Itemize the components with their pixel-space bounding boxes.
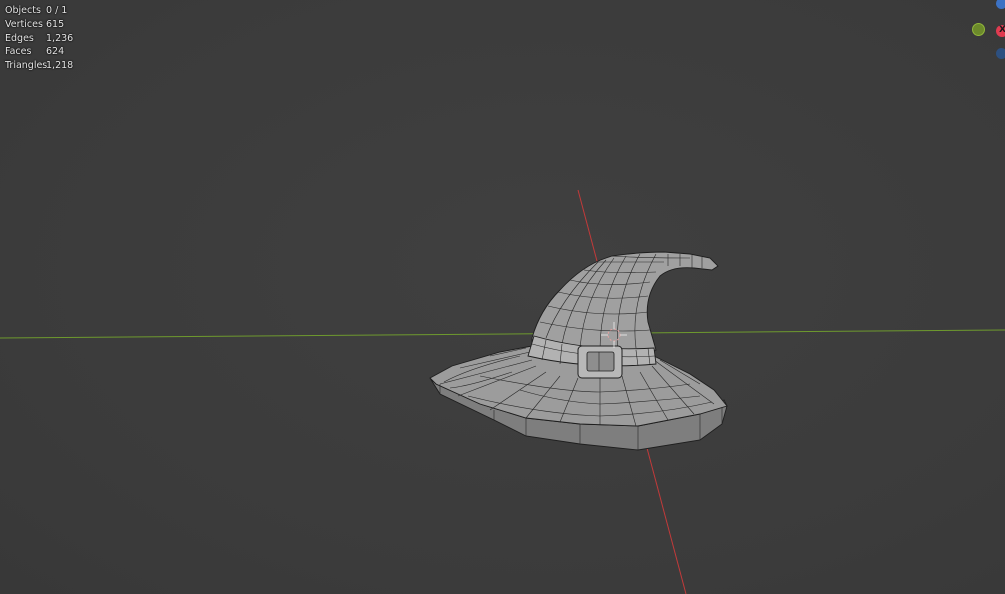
stat-value: 615 — [46, 18, 65, 30]
stat-objects: Objects 0 / 1 — [5, 4, 73, 18]
gizmo-z-negative-handle[interactable] — [996, 48, 1005, 59]
stat-value: 624 — [46, 46, 65, 58]
stat-triangles: Triangles 1,218 — [5, 59, 73, 73]
3d-viewport[interactable]: Objects 0 / 1 Vertices 615 Edges 1,236 F… — [0, 0, 1005, 594]
witch-hat-mesh[interactable] — [429, 251, 728, 451]
stat-label: Edges — [5, 32, 34, 44]
gizmo-z-axis-handle[interactable] — [996, 0, 1005, 9]
scene-canvas[interactable] — [0, 0, 1005, 594]
stat-label: Vertices — [5, 18, 43, 30]
statistics-overlay: Objects 0 / 1 Vertices 615 Edges 1,236 F… — [5, 4, 73, 73]
gizmo-x-label: X — [999, 25, 1005, 35]
stat-value: 0 / 1 — [46, 5, 68, 16]
stat-label: Objects — [5, 5, 41, 16]
gizmo-y-axis-handle[interactable] — [972, 23, 985, 36]
stat-faces: Faces 624 — [5, 45, 73, 59]
stat-value: 1,218 — [46, 60, 74, 71]
stat-label: Triangles — [5, 60, 48, 71]
stat-label: Faces — [5, 46, 32, 58]
stat-vertices: Vertices 615 — [5, 18, 73, 32]
y-axis-line — [0, 329, 1005, 339]
hat-cone — [531, 251, 719, 357]
stat-edges: Edges 1,236 — [5, 32, 73, 46]
stat-value: 1,236 — [46, 32, 74, 44]
hat-buckle — [577, 345, 623, 379]
